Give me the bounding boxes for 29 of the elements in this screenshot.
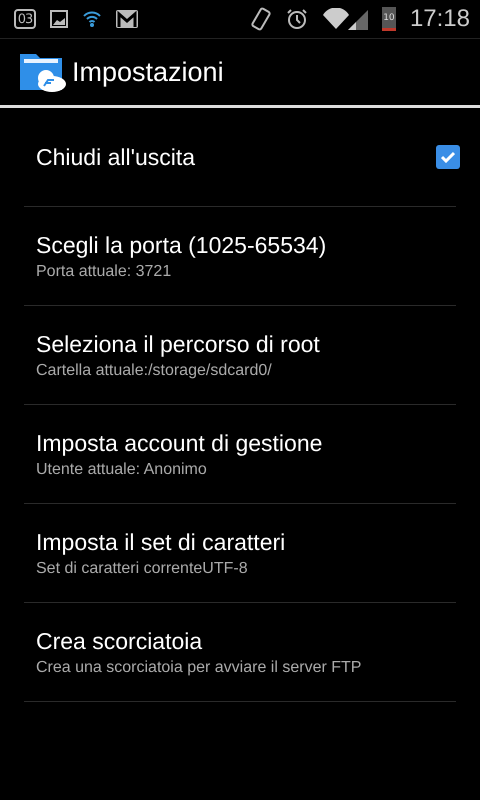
setting-title: Scegli la porta (1025-65534)	[36, 232, 328, 258]
setting-title: Chiudi all'uscita	[36, 144, 196, 170]
screen-title: Impostazioni	[72, 56, 224, 88]
battery-icon: 10	[382, 7, 396, 31]
setting-summary: Set di caratteri correnteUTF-8	[36, 560, 249, 578]
setting-summary: Utente attuale: Anonimo	[36, 460, 208, 478]
image-icon	[50, 10, 68, 28]
mail-icon	[116, 10, 138, 28]
calendar-icon: 03	[14, 9, 36, 29]
settings-item[interactable]: Seleziona il percorso di root Cartella attuale:/storage/sdcard0/	[24, 306, 456, 405]
setting-title: Imposta account di gestione	[36, 430, 324, 456]
checkbox[interactable]	[436, 145, 460, 169]
setting-title: Imposta il set di caratteri	[36, 528, 286, 556]
vibrate-icon	[250, 7, 272, 31]
check-icon	[441, 151, 455, 163]
signal-icon	[322, 8, 368, 30]
setting-title: Crea scorciatoia	[36, 628, 204, 654]
settings-item[interactable]: Scegli la porta (1025-65534) Porta attuale: 3721	[24, 207, 456, 306]
settings-item[interactable]: Imposta account di gestione Utente attuale: Anonimo	[24, 405, 456, 504]
setting-title: Seleziona il percorso di root	[36, 330, 321, 358]
settings-item[interactable]: Imposta il set di caratteri Set di caratteri correnteUTF-8	[24, 504, 456, 603]
setting-summary: Porta attuale: 3721	[36, 262, 172, 280]
settings-item[interactable]: Crea scorciatoia Crea una scorciatoia per avviare il server FTP	[24, 603, 456, 702]
setting-summary: Cartella attuale:/storage/sdcard0/	[36, 362, 273, 380]
wifi-icon	[82, 10, 102, 28]
clock-time: 17:18	[410, 5, 470, 33]
alarm-icon	[286, 8, 308, 30]
settings-item[interactable]: Chiudi all'uscita	[24, 108, 456, 207]
setting-summary: Crea una scorciatoia per avviare il server FTP	[36, 658, 362, 676]
